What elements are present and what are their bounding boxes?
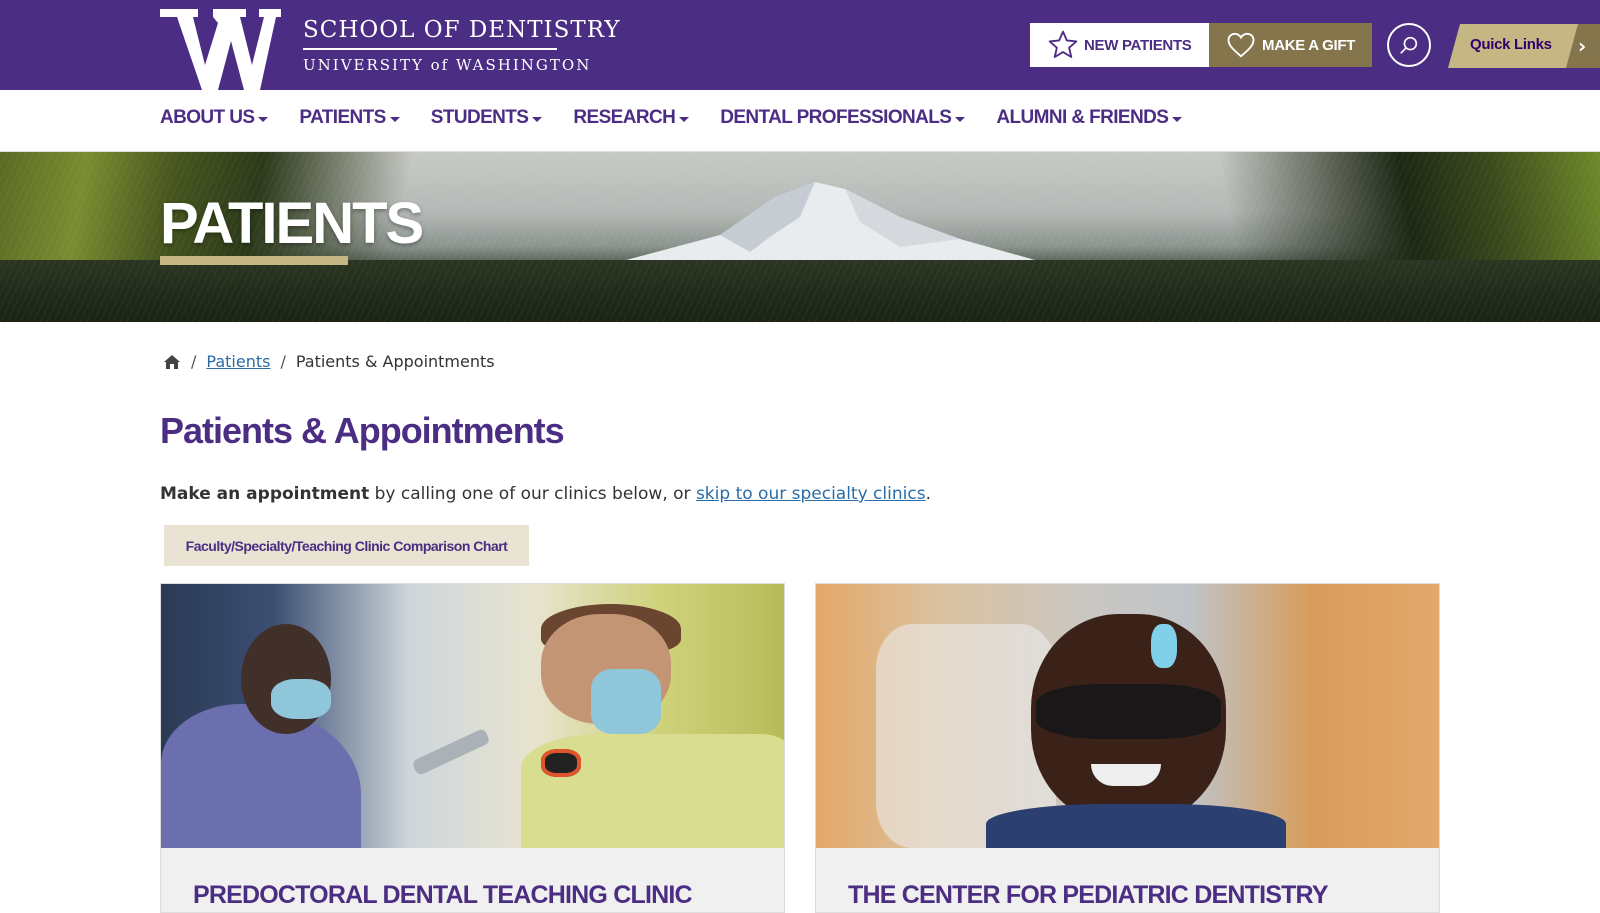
page-title: Patients & Appointments <box>160 410 565 451</box>
intro-paragraph: Make an appointment by calling one of ou… <box>160 484 931 504</box>
top-bar: SCHOOL OF DENTISTRY UNIVERSITY of WASHIN… <box>0 0 1600 90</box>
university-name: UNIVERSITY of WASHINGTON <box>303 56 592 74</box>
nav-label: RESEARCH <box>573 107 676 128</box>
clinic-card-title[interactable]: PREDOCTORAL DENTAL TEACHING CLINIC <box>193 881 693 910</box>
nav-label: ABOUT US <box>160 107 255 128</box>
breadcrumb-link-patients[interactable]: Patients <box>206 352 270 371</box>
quick-links-button[interactable]: Quick Links › <box>1448 24 1600 68</box>
main-nav: ABOUT US PATIENTS STUDENTS RESEARCH DENT… <box>0 90 1600 152</box>
breadcrumb: / Patients / Patients & Appointments <box>163 352 495 371</box>
nav-item-dental-professionals[interactable]: DENTAL PROFESSIONALS <box>720 107 966 129</box>
clinic-card-predoctoral[interactable]: PREDOCTORAL DENTAL TEACHING CLINIC <box>160 583 785 913</box>
dentists-photo <box>161 584 784 848</box>
new-patients-button[interactable]: NEW PATIENTS <box>1030 23 1209 67</box>
breadcrumb-separator: / <box>191 352 197 371</box>
caret-down-icon <box>1172 116 1183 122</box>
hero-title-underline <box>160 256 348 265</box>
school-name: SCHOOL OF DENTISTRY <box>303 17 621 43</box>
uw-logo[interactable] <box>160 9 281 90</box>
clinic-card-pediatric[interactable]: THE CENTER FOR PEDIATRIC DENTISTRY <box>815 583 1440 913</box>
caret-down-icon <box>532 116 543 122</box>
new-patients-label: NEW PATIENTS <box>1084 36 1192 54</box>
breadcrumb-current: Patients & Appointments <box>295 352 495 371</box>
nav-label: DENTAL PROFESSIONALS <box>720 107 952 128</box>
intro-text: by calling one of our clinics below, or <box>369 484 696 504</box>
intro-end: . <box>925 484 931 504</box>
make-a-gift-label: MAKE A GIFT <box>1262 36 1356 54</box>
specialty-clinics-link[interactable]: skip to our specialty clinics <box>696 484 926 504</box>
nav-label: STUDENTS <box>430 107 529 128</box>
caret-down-icon <box>955 116 966 122</box>
search-button[interactable] <box>1387 23 1431 67</box>
photo-shape <box>1151 624 1177 668</box>
photo-shape <box>541 749 581 777</box>
wordmark-divider <box>303 48 557 50</box>
nav-item-about-us[interactable]: ABOUT US <box>160 107 269 129</box>
caret-down-icon <box>389 116 400 122</box>
photo-shape <box>1036 684 1221 739</box>
photo-shape <box>241 624 331 734</box>
photo-shape <box>411 727 491 777</box>
search-icon <box>1400 36 1418 54</box>
chevron-right-icon: › <box>1578 34 1587 58</box>
clinic-card-title[interactable]: THE CENTER FOR PEDIATRIC DENTISTRY <box>848 881 1329 910</box>
quick-links-label: Quick Links <box>1470 36 1552 53</box>
hero-banner: PATIENTS <box>0 152 1600 322</box>
comparison-chart-button[interactable]: Faculty/Specialty/Teaching Clinic Compar… <box>164 525 529 566</box>
photo-shape <box>591 669 661 734</box>
heart-icon <box>1227 32 1255 58</box>
photo-shape <box>1091 764 1161 786</box>
make-a-gift-button[interactable]: MAKE A GIFT <box>1209 23 1372 67</box>
intro-bold: Make an appointment <box>160 484 370 504</box>
nav-label: PATIENTS <box>299 107 386 128</box>
caret-down-icon <box>679 116 690 122</box>
nav-item-alumni-friends[interactable]: ALUMNI & FRIENDS <box>996 107 1183 129</box>
photo-shape <box>161 704 361 848</box>
photo-shape <box>986 804 1286 848</box>
nav-item-research[interactable]: RESEARCH <box>573 107 690 129</box>
star-icon <box>1048 30 1078 58</box>
home-icon[interactable] <box>163 354 181 370</box>
nav-item-students[interactable]: STUDENTS <box>431 107 543 129</box>
school-wordmark[interactable]: SCHOOL OF DENTISTRY UNIVERSITY of WASHIN… <box>303 16 621 74</box>
breadcrumb-separator: / <box>280 352 286 371</box>
nav-item-patients[interactable]: PATIENTS <box>299 107 400 129</box>
nav-label: ALUMNI & FRIENDS <box>996 107 1169 128</box>
child-patient-photo <box>816 584 1439 848</box>
hero-title: PATIENTS <box>160 191 424 256</box>
caret-down-icon <box>258 116 269 122</box>
comparison-chart-label: Faculty/Specialty/Teaching Clinic Compar… <box>185 537 508 554</box>
